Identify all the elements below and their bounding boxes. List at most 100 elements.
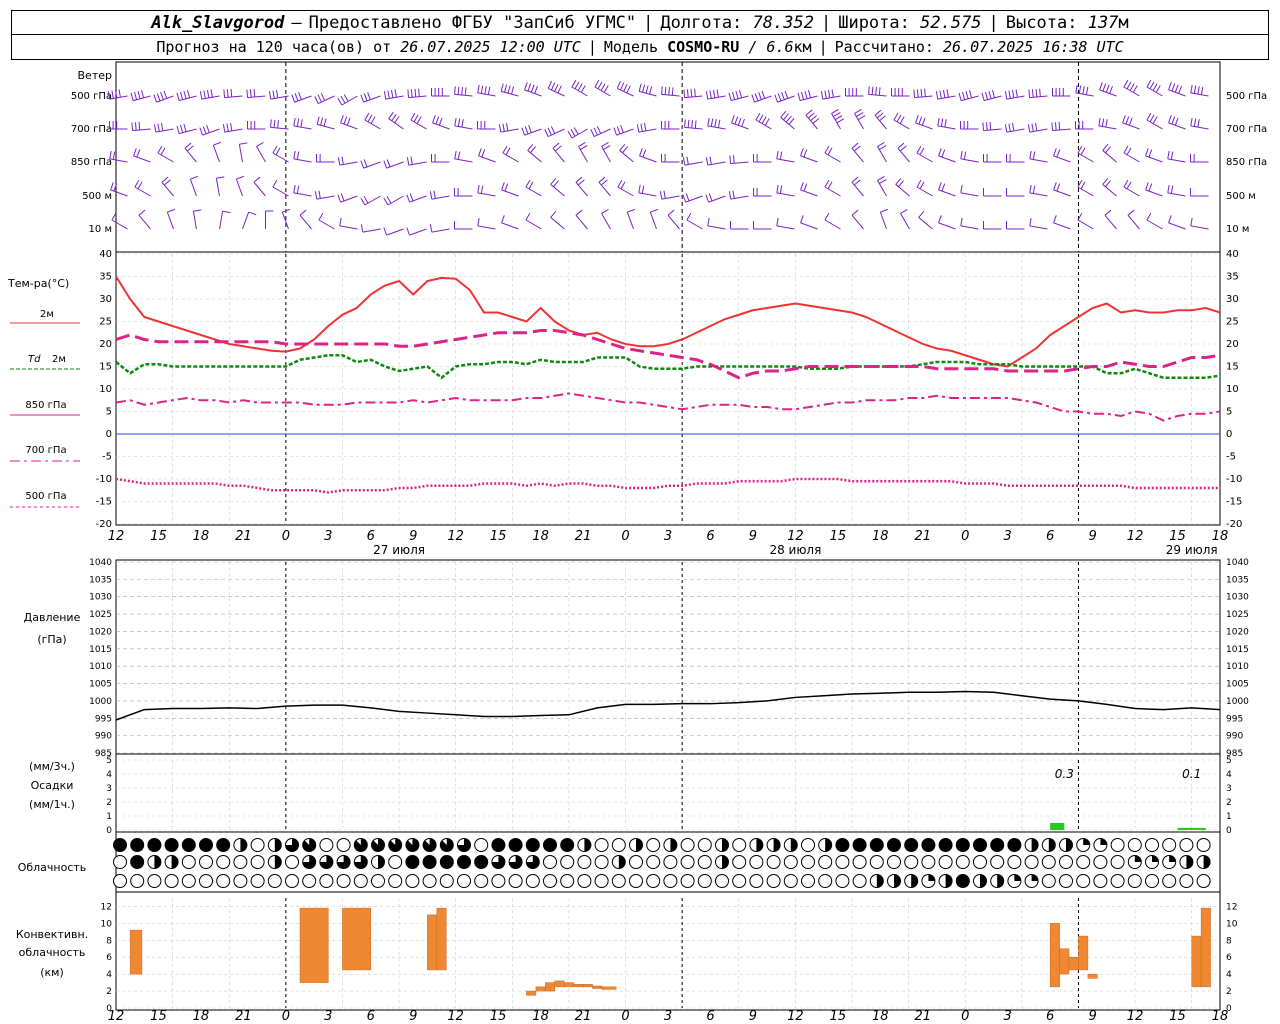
cloud-cell [233, 855, 248, 869]
cloud-icon-outline [1093, 855, 1108, 869]
wind-barb-flag [317, 94, 322, 103]
wind-barb-flag [183, 123, 187, 132]
wind-barb-flag [1105, 146, 1111, 154]
wind-barb-staff [805, 114, 818, 130]
cloud-cell [371, 874, 385, 888]
wind-barb-staff [316, 123, 335, 130]
wind-barb [667, 209, 680, 230]
wind-barb-flag [457, 118, 461, 127]
wind-barb [728, 90, 749, 102]
wind-barb-flag [682, 157, 686, 166]
wind-barb-flag [827, 89, 831, 98]
wind-barb-staff [937, 125, 956, 130]
cloud-icon-fill [302, 838, 316, 852]
wind-barb-staff [776, 225, 795, 230]
wind-barb [1006, 188, 1025, 197]
wind-barb-staff [1077, 186, 1094, 197]
wind-barb-flag [138, 121, 141, 130]
wind-barb [601, 208, 611, 230]
cloud-cell [199, 838, 213, 852]
wind-barb-flag [876, 112, 884, 119]
wind-barb-flag [601, 208, 609, 214]
wind-barb-flag [729, 155, 732, 164]
cloud-icon-outline [697, 855, 712, 869]
temp-tick-right: -20 [1226, 519, 1242, 530]
wind-barb-flag [547, 127, 552, 136]
cloud-icon-fill [980, 874, 987, 888]
cloud-cell [732, 838, 747, 852]
wind-level-label: 700 гПа [71, 124, 112, 135]
cloud-icon-full [990, 838, 1004, 852]
wind-barb [212, 141, 222, 163]
hour-tick-label-bottom: 21 [914, 1009, 931, 1024]
wind-barb [1122, 115, 1140, 130]
cloud-icon-outline [147, 874, 162, 888]
cloud-icon-fill [405, 838, 419, 852]
cloud-icon-outline [1093, 874, 1108, 888]
wind-barb-flag [547, 80, 553, 89]
wind-barb-flag [268, 91, 272, 100]
wind-barb-flag [942, 89, 946, 98]
wind-barb [161, 176, 174, 197]
wind-barb-flag [965, 90, 969, 99]
wind-barb-flag [751, 94, 756, 103]
wind-barb-flag [619, 143, 626, 151]
wind-barb-staff [707, 225, 726, 230]
temp-title: Тем-ра(°C) [7, 277, 69, 290]
cloud-cell [1041, 838, 1056, 852]
wind-barb-flag [896, 114, 902, 123]
wind-barb-flag [728, 191, 732, 200]
wind-barb-flag [1102, 177, 1109, 185]
wind-barb-flag [620, 125, 624, 133]
wind-barb [1168, 215, 1186, 230]
wind-barb-staff [110, 189, 128, 197]
wind-barb [705, 89, 726, 100]
cloud-cell [560, 874, 575, 888]
wind-barb-staff [387, 195, 404, 206]
wind-barb-flag [1146, 112, 1152, 121]
wind-barb-flag [339, 217, 342, 226]
cloud-cell [525, 874, 540, 888]
cloud-cell [130, 855, 145, 869]
wind-barb-flag [160, 92, 164, 100]
wind-barb-flag [960, 150, 963, 159]
wind-barb-flag [898, 180, 904, 188]
hour-tick-label-bottom: 15 [1169, 1009, 1186, 1024]
wind-barb-flag [130, 92, 134, 101]
wind-barb [477, 217, 496, 230]
wind-barb-flag [1123, 79, 1129, 88]
wind-barb [594, 79, 611, 97]
wind-barb-flag [140, 90, 145, 98]
wind-barb-flag [694, 88, 696, 97]
wind-barb-flag [429, 224, 433, 233]
cloud-icon-outline [801, 855, 815, 869]
cloud-icon-outline [250, 838, 265, 852]
cloud-icon-outline [646, 838, 661, 852]
hour-tick-label-bottom: 6 [1046, 1009, 1054, 1024]
wind-barb-flag [1190, 84, 1193, 93]
wind-barb-staff [1077, 219, 1094, 230]
wind-barb [831, 108, 845, 130]
wind-barb-flag [544, 129, 549, 137]
pressure-tick-left: 1015 [89, 645, 112, 655]
wind-barb-flag [406, 227, 411, 236]
temp-tick-right: 15 [1226, 362, 1239, 373]
wind-barb-staff [578, 146, 588, 163]
wind-barb-flag [824, 212, 830, 221]
wind-barb-flag [337, 157, 341, 166]
temp-tick-left: 35 [99, 272, 112, 283]
cloud-cell [1007, 855, 1022, 869]
wind-barb [753, 154, 772, 163]
hour-tick-label: 15 [150, 529, 167, 544]
cloud-icon-fill [756, 838, 763, 852]
wind-barb-flag [831, 108, 839, 114]
wind-barb-staff [1099, 89, 1117, 97]
wind-barb-flag [668, 87, 670, 96]
wind-barb-flag [293, 117, 296, 126]
wind-barb-flag [853, 179, 861, 186]
wind-barb [1053, 148, 1071, 163]
cloud-cell [302, 855, 317, 869]
hour-tick-label: 15 [1169, 529, 1186, 544]
wind-barb-flag [480, 185, 484, 194]
wind-barb-flag [477, 84, 480, 93]
